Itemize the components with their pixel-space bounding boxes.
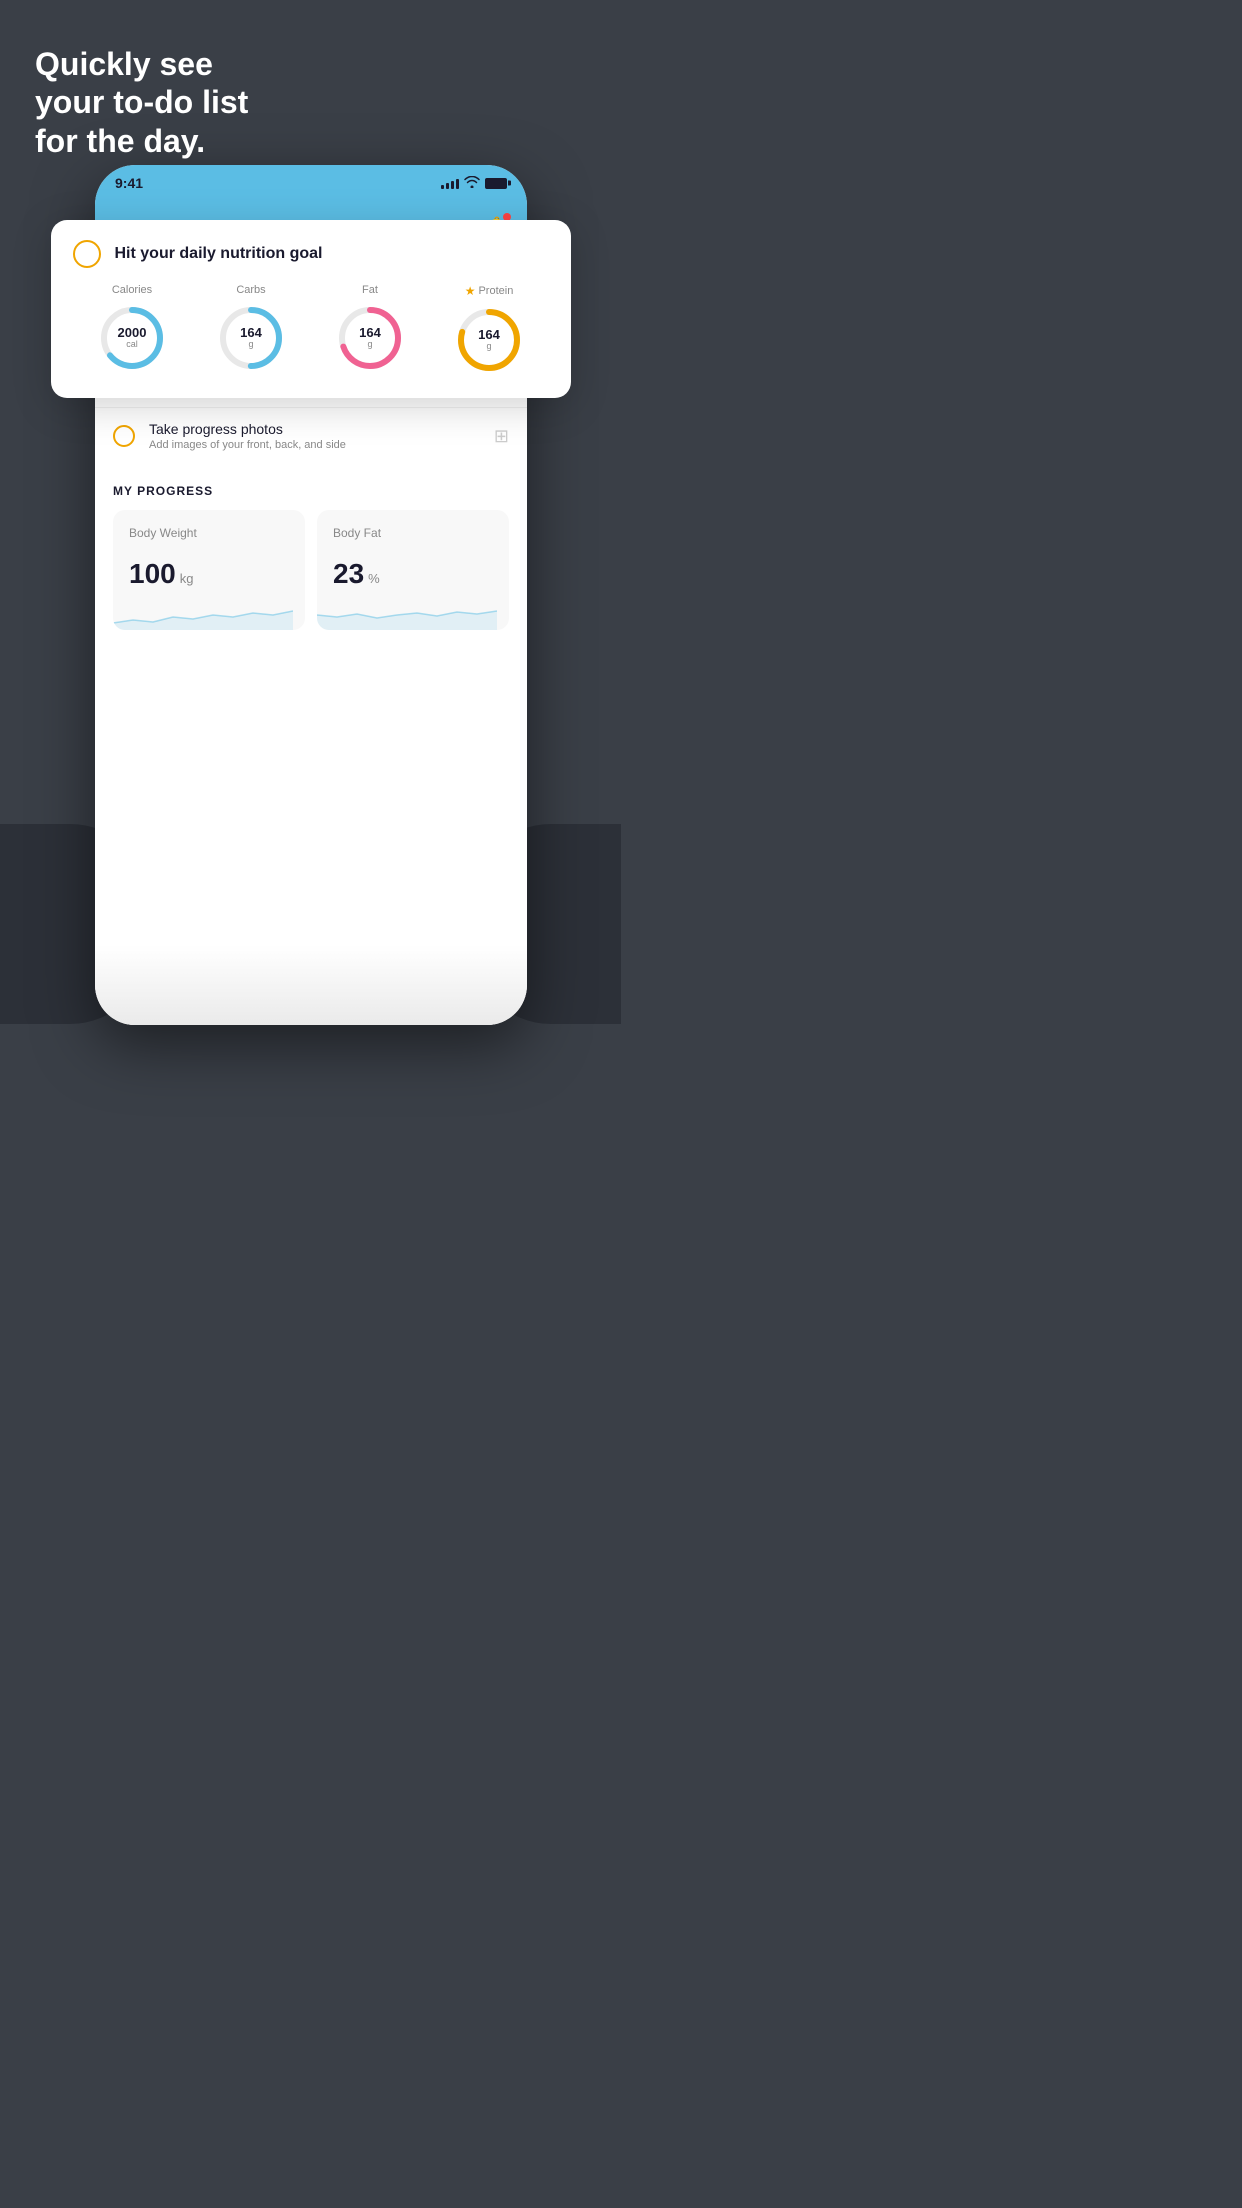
calories-donut: 2000 cal — [96, 302, 168, 374]
todo-title-photos: Take progress photos — [149, 421, 480, 437]
status-time: 9:41 — [115, 175, 143, 191]
protein-value: 164 — [478, 328, 500, 342]
battery-icon — [485, 178, 507, 189]
todo-text-photos: Take progress photos Add images of your … — [149, 421, 480, 451]
star-icon: ★ — [465, 284, 476, 298]
carbs-value: 164 — [240, 326, 262, 340]
signal-icon — [441, 177, 459, 189]
fat-unit: g — [359, 340, 381, 350]
fat-value: 164 — [359, 326, 381, 340]
body-weight-card[interactable]: Body Weight 100 kg — [113, 510, 305, 630]
wifi-icon — [464, 176, 480, 191]
nutrition-carbs: Carbs 164 g — [215, 284, 287, 374]
card-header: Hit your daily nutrition goal — [73, 240, 549, 268]
todo-circle-photos — [113, 425, 135, 447]
progress-section: MY PROGRESS Body Weight 100 kg Body Fat — [95, 464, 527, 630]
card-circle-check — [73, 240, 101, 268]
body-fat-unit: % — [368, 571, 380, 586]
body-weight-sparkline — [113, 595, 293, 630]
photo-icon: ⊞ — [494, 426, 509, 447]
body-fat-value-row: 23 % — [333, 558, 493, 590]
todo-sub-photos: Add images of your front, back, and side — [149, 439, 480, 451]
status-icons — [441, 176, 507, 191]
protein-label: ★ Protein — [465, 284, 514, 298]
calories-label: Calories — [112, 284, 152, 296]
nutrition-fat: Fat 164 g — [334, 284, 406, 374]
body-weight-unit: kg — [180, 571, 194, 586]
carbs-unit: g — [240, 340, 262, 350]
floating-nutrition-card: Hit your daily nutrition goal Calories 2… — [51, 220, 571, 398]
calories-value: 2000 — [118, 326, 147, 340]
nutrition-calories: Calories 2000 cal — [96, 284, 168, 374]
nutrition-row: Calories 2000 cal Carbs — [73, 284, 549, 376]
protein-donut: 164 g — [453, 304, 525, 376]
body-fat-label: Body Fat — [333, 526, 493, 540]
headline: Quickly see your to-do list for the day. — [35, 45, 248, 160]
body-weight-label: Body Weight — [129, 526, 289, 540]
phone-bottom-shadow — [95, 945, 527, 1025]
body-fat-card[interactable]: Body Fat 23 % — [317, 510, 509, 630]
calories-unit: cal — [118, 340, 147, 350]
body-fat-sparkline — [317, 595, 497, 630]
card-title: Hit your daily nutrition goal — [115, 245, 323, 263]
progress-cards: Body Weight 100 kg Body Fat 23 % — [113, 510, 509, 630]
fat-donut: 164 g — [334, 302, 406, 374]
progress-title: MY PROGRESS — [113, 484, 509, 498]
body-weight-value: 100 — [129, 558, 176, 590]
carbs-label: Carbs — [236, 284, 265, 296]
carbs-donut: 164 g — [215, 302, 287, 374]
body-weight-value-row: 100 kg — [129, 558, 289, 590]
protein-unit: g — [478, 342, 500, 352]
nutrition-protein: ★ Protein 164 g — [453, 284, 525, 376]
todo-item-photos[interactable]: Take progress photos Add images of your … — [95, 407, 527, 464]
body-fat-value: 23 — [333, 558, 364, 590]
fat-label: Fat — [362, 284, 378, 296]
status-bar: 9:41 — [95, 165, 527, 201]
